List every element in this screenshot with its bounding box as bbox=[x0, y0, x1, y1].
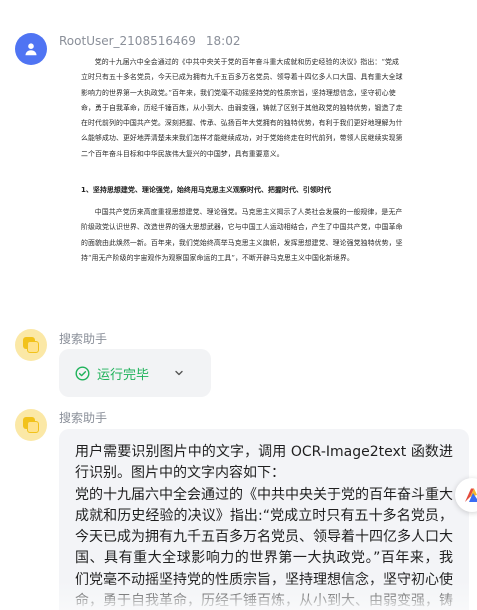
answer-fade bbox=[59, 581, 469, 610]
bot-avatar bbox=[15, 329, 47, 361]
document-paragraph: 中国共产党历来高度重视思想建党、理论强党。马克思主义揭示了人类社会发展的一般规律… bbox=[81, 208, 403, 262]
user-avatar bbox=[15, 33, 47, 65]
uploaded-document-image[interactable]: 党的十九届六中全会通过的《中共中央关于党的百年奋斗重大成就和历史经验的决议》指出… bbox=[59, 55, 411, 298]
chevron-down-icon[interactable] bbox=[173, 367, 185, 379]
document-heading: 1、坚持思想建党、理论强党，始终用马克思主义观察时代、把握时代、引领时代 bbox=[81, 186, 331, 194]
username: RootUser_2108516469 bbox=[59, 34, 196, 48]
tool-status-label: 运行完毕 bbox=[97, 367, 150, 383]
assistant-answer-bubble: 用户需要识别图片中的文字，调用 OCR-Image2text 函数进行识别。图片… bbox=[59, 429, 469, 610]
message-time: 18:02 bbox=[205, 34, 241, 48]
person-icon bbox=[25, 43, 37, 56]
message-header: RootUser_2108516469 18:02 bbox=[59, 34, 240, 48]
bot-name: 搜索助手 bbox=[59, 411, 108, 425]
check-circle-icon bbox=[75, 365, 90, 381]
bot-avatar bbox=[15, 409, 47, 441]
answer-intro: 用户需要识别图片中的文字，调用 OCR-Image2text 函数进行识别。图片… bbox=[75, 444, 453, 482]
tool-status-toggle[interactable]: 运行完毕 bbox=[59, 349, 211, 397]
bot-name: 搜索助手 bbox=[59, 332, 108, 346]
document-fade bbox=[59, 280, 411, 298]
app-logo-icon bbox=[465, 488, 477, 502]
document-paragraph: 党的十九届六中全会通过的《中共中央关于党的百年奋斗重大成就和历史经验的决议》指出… bbox=[81, 58, 403, 158]
